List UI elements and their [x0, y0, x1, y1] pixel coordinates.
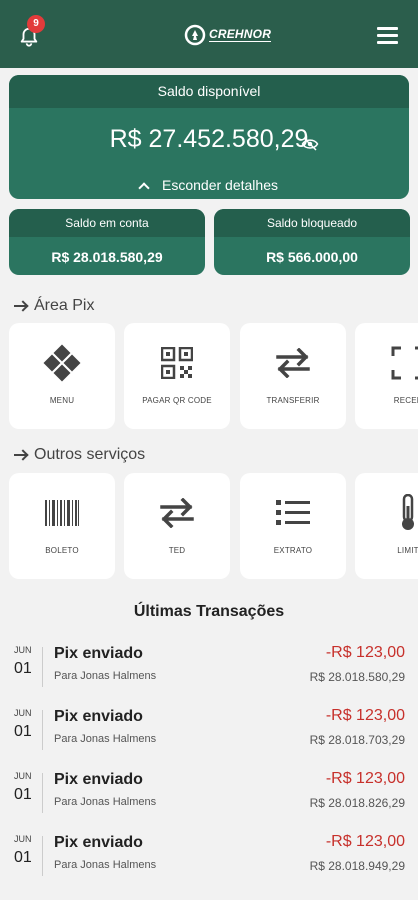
transaction-description: Para Jonas Halmens [54, 796, 157, 808]
transaction-day: 01 [14, 723, 32, 740]
pay-qr-code-tile[interactable]: PAGAR QR CODE [124, 323, 230, 429]
arrow-right-icon [14, 450, 28, 460]
divider [42, 647, 43, 687]
pix-tiles: MENU PAGAR QR CODE TRANSFERIR RECE [9, 323, 418, 429]
hide-details-button[interactable]: Esconder detalhes [9, 177, 409, 194]
transaction-description: Para Jonas Halmens [54, 859, 157, 871]
pix-icon [42, 344, 82, 382]
limit-tile[interactable]: LIMIT [355, 473, 418, 579]
blocked-balance-value: R$ 566.000,00 [266, 249, 358, 265]
services-title-label: Outros serviços [34, 446, 146, 463]
transaction-balance: R$ 28.018.580,29 [309, 670, 405, 684]
transaction-balance: R$ 28.018.826,29 [309, 796, 405, 810]
notification-badge: 9 [27, 15, 45, 33]
transaction-name: Pix enviado [54, 771, 143, 788]
balance-card: Saldo disponível R$ 27.452.580,29 Escond… [9, 75, 409, 199]
transaction-balance: R$ 28.018.703,29 [309, 733, 405, 747]
chevron-up-icon [138, 182, 150, 194]
transaction-month: JUN [14, 708, 32, 718]
transaction-amount: -R$ 123,00 [325, 770, 405, 787]
extrato-label: EXTRATO [273, 546, 313, 555]
transfer-icon [157, 495, 197, 531]
blocked-balance-card: Saldo bloqueado R$ 566.000,00 [214, 209, 410, 275]
account-balance-value: R$ 28.018.580,29 [51, 249, 163, 265]
transfer-tile[interactable]: TRANSFERIR [240, 323, 346, 429]
boleto-tile[interactable]: BOLETO [9, 473, 115, 579]
receive-label: RECEB [393, 396, 418, 405]
transaction-day: 01 [14, 786, 32, 803]
account-balance-title: Saldo em conta [9, 209, 205, 237]
transaction-row[interactable]: JUN 01 Pix enviado Para Jonas Halmens -R… [0, 770, 418, 827]
hamburger-menu-icon[interactable] [377, 27, 398, 45]
pix-title-label: Área Pix [34, 297, 95, 314]
transaction-row[interactable]: JUN 01 Pix enviado Para Jonas Halmens -R… [0, 707, 418, 764]
balance-amount: R$ 27.452.580,29 [109, 125, 309, 153]
divider [42, 710, 43, 750]
transfer-icon [273, 345, 313, 381]
transaction-month: JUN [14, 771, 32, 781]
transaction-name: Pix enviado [54, 645, 143, 662]
pix-menu-label: MENU [49, 396, 75, 405]
hide-details-label: Esconder detalhes [162, 177, 278, 193]
transaction-month: JUN [14, 834, 32, 844]
transaction-day: 01 [14, 660, 32, 677]
transaction-amount: -R$ 123,00 [325, 644, 405, 661]
pix-section-title: Área Pix [14, 297, 94, 315]
transaction-day: 01 [14, 849, 32, 866]
transaction-balance: R$ 28.018.949,29 [309, 859, 405, 873]
ted-label: TED [168, 546, 186, 555]
scan-icon [388, 345, 418, 381]
transaction-name: Pix enviado [54, 834, 143, 851]
receive-tile[interactable]: RECEB [355, 323, 418, 429]
transactions-title: Últimas Transações [133, 603, 285, 620]
balance-title: Saldo disponível [9, 75, 409, 108]
blocked-balance-title: Saldo bloqueado [214, 209, 410, 237]
extrato-tile[interactable]: EXTRATO [240, 473, 346, 579]
arrow-right-icon [14, 301, 28, 311]
transfer-label: TRANSFERIR [266, 396, 320, 405]
transaction-month: JUN [14, 645, 32, 655]
logo: CREHNOR [184, 24, 272, 46]
services-section-title: Outros serviços [14, 446, 145, 464]
hide-balance-eye-icon[interactable] [301, 137, 319, 151]
transaction-description: Para Jonas Halmens [54, 670, 157, 682]
pay-qr-code-label: PAGAR QR CODE [142, 396, 212, 405]
services-tiles: BOLETO TED EXTRATO LIMIT [9, 473, 418, 579]
account-balance-card: Saldo em conta R$ 28.018.580,29 [9, 209, 205, 275]
transaction-amount: -R$ 123,00 [325, 707, 405, 724]
qr-code-icon [157, 345, 197, 381]
ted-tile[interactable]: TED [124, 473, 230, 579]
barcode-icon [42, 495, 82, 531]
thermometer-icon [388, 494, 418, 531]
pix-menu-tile[interactable]: MENU [9, 323, 115, 429]
top-bar: 9 CREHNOR [0, 0, 418, 68]
divider [42, 836, 43, 876]
limit-label: LIMIT [397, 546, 418, 555]
transaction-description: Para Jonas Halmens [54, 733, 157, 745]
logo-icon [184, 24, 206, 46]
transaction-name: Pix enviado [54, 708, 143, 725]
divider [42, 773, 43, 813]
transaction-row[interactable]: JUN 01 Pix enviado Para Jonas Halmens -R… [0, 833, 418, 890]
boleto-label: BOLETO [45, 546, 79, 555]
logo-text: CREHNOR [209, 27, 272, 42]
list-icon [273, 495, 313, 531]
transaction-amount: -R$ 123,00 [325, 833, 405, 850]
transaction-row[interactable]: JUN 01 Pix enviado Para Jonas Halmens -R… [0, 644, 418, 701]
